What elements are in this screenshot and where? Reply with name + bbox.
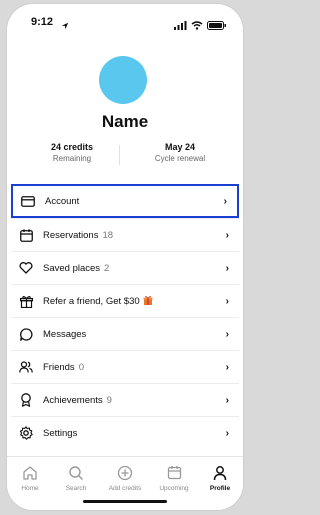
user-icon: [197, 465, 243, 481]
status-indicators: [174, 17, 227, 35]
menu-label-messages: Messages: [43, 328, 87, 340]
refer-text: Refer a friend, Get $30: [43, 296, 140, 307]
gear-icon: [19, 426, 33, 440]
friends-icon: [19, 360, 33, 374]
gift-icon: [19, 294, 33, 308]
saved-places-text: Saved places: [43, 262, 101, 274]
menu-item-messages[interactable]: Messages ›: [11, 317, 239, 350]
credits-stat: 24 credits Remaining: [27, 142, 117, 163]
achievements-count: 9: [106, 394, 112, 406]
gift-emoji-icon: [143, 296, 153, 305]
search-icon: [53, 465, 99, 481]
cycle-stat: May 24 Cycle renewal: [135, 142, 225, 163]
chevron-right-icon: ›: [225, 229, 229, 241]
heart-icon: [19, 261, 33, 275]
menu-item-reservations[interactable]: Reservations 18 ›: [11, 218, 239, 251]
home-indicator: [83, 500, 167, 503]
menu-item-settings[interactable]: Settings ›: [11, 416, 239, 449]
achievements-text: Achievements: [43, 394, 103, 406]
tab-label-upcoming: Upcoming: [159, 485, 189, 492]
signal-icon: [174, 17, 187, 35]
chevron-right-icon: ›: [225, 262, 229, 274]
menu-label-settings: Settings: [43, 427, 78, 439]
status-bar: 9:12: [7, 4, 243, 32]
chevron-right-icon: ›: [225, 328, 229, 340]
chevron-right-icon: ›: [223, 195, 227, 207]
menu-item-refer-friend[interactable]: Refer a friend, Get $30 ›: [11, 284, 239, 317]
plus-circle-icon: [102, 465, 148, 481]
cycle-value: May 24: [164, 142, 196, 152]
home-icon: [7, 465, 53, 481]
reservations-text: Reservations: [43, 229, 99, 241]
tab-home[interactable]: Home: [7, 465, 53, 492]
menu-label-friends: Friends 0: [43, 362, 226, 373]
menu-label-saved-places: Saved places 2: [43, 263, 226, 274]
profile-menu: Account › Reservations 18 › Saved places 2…: [11, 184, 239, 449]
menu-item-friends[interactable]: Friends 0 ›: [11, 350, 239, 383]
friends-text: Friends: [43, 361, 75, 373]
menu-item-achievements[interactable]: Achievements 9 ›: [11, 383, 239, 416]
chevron-right-icon: ›: [225, 394, 229, 406]
tab-label-search: Search: [65, 485, 87, 492]
status-time: 9:12: [31, 16, 54, 28]
chevron-right-icon: ›: [225, 361, 229, 373]
credit-card-icon: [21, 194, 35, 208]
menu-item-saved-places[interactable]: Saved places 2 ›: [11, 251, 239, 284]
menu-label-account: Account: [45, 195, 80, 207]
tab-upcoming[interactable]: Upcoming: [151, 465, 197, 492]
calendar-icon: [151, 465, 197, 481]
profile-name: Name: [101, 112, 149, 131]
chat-bubble-icon: [19, 327, 33, 341]
tab-add-credits[interactable]: Add credits: [102, 465, 148, 492]
battery-icon: [207, 17, 227, 35]
tab-label-profile: Profile: [209, 485, 231, 492]
avatar[interactable]: [99, 56, 147, 104]
friends-count: 0: [78, 361, 84, 373]
calendar-icon: [19, 228, 33, 242]
chevron-right-icon: ›: [225, 295, 229, 307]
saved-places-count: 2: [104, 262, 110, 274]
chevron-right-icon: ›: [225, 427, 229, 439]
stats-divider: [119, 145, 120, 165]
menu-label-reservations: Reservations 18: [43, 230, 226, 241]
award-ribbon-icon: [19, 393, 33, 407]
tab-search[interactable]: Search: [53, 465, 99, 492]
location-arrow-icon: [61, 17, 69, 35]
tab-profile[interactable]: Profile: [197, 465, 243, 492]
menu-label-refer: Refer a friend, Get $30: [43, 295, 226, 307]
menu-item-account[interactable]: Account ›: [11, 184, 239, 218]
tab-label-add-credits: Add credits: [108, 485, 142, 492]
menu-label-achievements: Achievements 9: [43, 395, 226, 406]
tab-label-home: Home: [21, 485, 39, 492]
credits-value: 24 credits: [50, 142, 94, 152]
phone-screen: 9:12 Name 24 credits Remaining May 24 Cy…: [7, 4, 243, 510]
wifi-icon: [191, 17, 203, 35]
cycle-label: Cycle renewal: [154, 154, 206, 163]
reservations-count: 18: [102, 229, 114, 241]
credits-label: Remaining: [52, 154, 92, 163]
stats-row: 24 credits Remaining May 24 Cycle renewa…: [7, 142, 243, 172]
